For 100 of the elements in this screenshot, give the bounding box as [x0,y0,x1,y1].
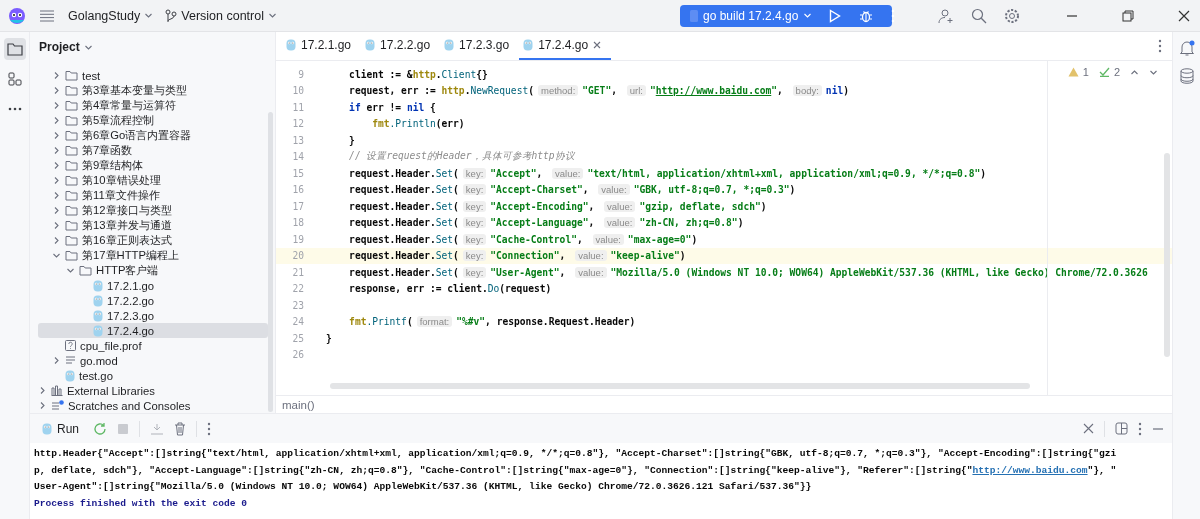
panel-title[interactable]: Project [39,40,80,54]
search-icon[interactable] [971,7,987,24]
run-tab[interactable]: Run [38,419,83,438]
folder-icon [79,265,92,276]
settings-icon[interactable] [1004,7,1020,24]
line-number: 21 [291,266,304,278]
structure-icon [7,72,22,86]
tree-item[interactable]: test [38,68,268,83]
tree-item[interactable]: 17.2.1.go [38,278,268,293]
tree-item[interactable]: HTTP客户端 [38,263,268,278]
add-user-icon[interactable] [938,7,954,24]
tree-item[interactable]: go.mod [38,353,268,368]
line-number: 15 [291,167,304,179]
tree-item[interactable]: Scratches and Consoles [38,398,268,413]
close-icon[interactable] [593,41,602,49]
more-icon[interactable] [1138,421,1142,436]
line-number: 20 [291,250,304,262]
database-icon[interactable] [1179,68,1194,84]
go-file-icon [286,39,296,51]
tree-item[interactable]: 第10章错误处理 [38,173,268,188]
debug-icon[interactable] [859,8,874,23]
go-file-icon [93,324,103,337]
tree-item[interactable]: 第3章基本变量与类型 [38,83,268,98]
tree-item[interactable]: 17.2.4.go [38,323,268,338]
folder-icon [65,235,78,246]
scroll-to-end-icon[interactable] [150,422,164,435]
warning-count[interactable]: 1 [1082,66,1089,78]
tree-item[interactable]: 第4章常量与运算符 [38,98,268,113]
close-icon[interactable] [1178,9,1190,22]
console-link[interactable]: http://www.baidu.com [972,464,1088,476]
folder-icon [65,70,78,81]
line-number: 22 [291,283,304,295]
more-icon[interactable] [1158,39,1162,53]
code-line: request.Header.Set( key: "Accept", value: "text/html, application/xhtml+xml, application/xml;q=0.9, */*;q=0.8") [348,167,986,179]
check-count[interactable]: 2 [1113,66,1120,78]
menu-icon[interactable] [40,9,54,22]
chevron-down-icon[interactable] [144,11,154,20]
tree-item[interactable]: External Libraries [38,383,268,398]
tree-item[interactable]: 第12章接口与类型 [38,203,268,218]
editor-tab[interactable]: 17.2.4.go [519,32,612,60]
run-configuration-button[interactable]: go build 17.2.4.go [680,4,821,27]
line-number: 16 [291,184,304,196]
go-file-icon [65,369,75,382]
scrollbar[interactable] [1164,153,1170,357]
project-switcher[interactable]: GolangStudy [62,5,160,26]
code-line: request.Header.Set( key: "User-Agent", value: "Mozilla/5.0 (Windows NT 10.0; WOW64) AppleWebKit/537.36 (KHTML, like Gecko) Chrome/72.0.3626 [348,266,1148,278]
folder-icon [65,85,78,96]
tree-item[interactable]: 第11章文件操作 [38,188,268,203]
more-icon[interactable] [207,421,211,436]
chevron-down-icon[interactable] [267,11,277,20]
folder-icon [65,250,78,261]
editor-tab[interactable]: 17.2.1.go [282,32,362,60]
notification-bell-icon[interactable] [1178,40,1195,56]
code-line: response, err := client.Do(request) [348,283,552,295]
scrollbar[interactable] [330,383,1030,389]
go-file-icon [42,422,52,435]
editor-tab[interactable]: 17.2.3.go [440,32,520,60]
tree-item[interactable]: 第5章流程控制 [38,113,268,128]
tree-item[interactable]: 第16章正则表达式 [38,233,268,248]
exit-message: Process finished with the exit code 0 [34,497,249,512]
chevron-right-icon[interactable] [52,356,61,365]
tree-item[interactable]: 17.2.2.go [38,293,268,308]
code-line: client := &http.Client{} [348,68,488,80]
go-file-icon [93,294,103,307]
tree-item[interactable]: 第6章Go语言内置容器 [38,128,268,143]
breadcrumb[interactable]: main() [282,398,315,411]
line-number: 26 [291,349,304,361]
layout-icon[interactable] [1115,422,1128,435]
chevron-up-icon[interactable] [1130,67,1139,77]
code-line: request.Header.Set( key: "Connection", value: "keep-alive") [348,250,686,262]
line-number: 9 [297,68,304,80]
console-output-line: p, deflate, sdch"}, "Accept-Language":[]string{"zh-CN, zh;q=0.8"}, "Cache-Control":[]string{"max-age=0"}, "Connection":[]string{"keep-alive"}, "Referer":[]string{"http://www.baidu.com"}, " [34,463,1118,478]
tree-item[interactable]: 第17章HTTP编程上 [38,248,268,263]
scrollbar[interactable] [268,112,273,412]
rerun-icon[interactable] [93,421,107,436]
more-icon[interactable] [891,8,896,23]
run-icon[interactable] [829,8,842,23]
tree-item[interactable]: 17.2.3.go [38,308,268,323]
tree-item[interactable]: 第9章结构体 [38,158,268,173]
code-line: request.Header.Set( key: "Accept-Encoding", value: "gzip, deflate, sdch") [348,200,767,212]
line-number: 17 [291,200,304,212]
go-file-icon [93,279,103,292]
config-icon [690,9,698,22]
code-line: request.Header.Set( key: "Accept-Charset", value: "GBK, utf-8;q=0.7, *;q=0.3") [348,184,796,196]
line-number: 12 [291,118,304,130]
editor-tab[interactable]: 17.2.2.go [361,32,441,60]
version-control-button[interactable]: Version control [159,5,283,26]
tree-item[interactable]: 第7章函数 [38,143,268,158]
line-number: 14 [291,151,304,163]
tree-item[interactable]: test.go [38,368,268,383]
tree-item[interactable]: cpu_file.prof [38,338,268,353]
app-logo-icon [8,6,26,25]
console-output-line: http.Header{"Accept":[]string{"text/html, application/xhtml+xml, application/xml;q=0.9, */*;q=0.8"}, "Accept-Charset":[]string{"GBK, utf-8;q=0.7, *;q=0.3"}, "Accept-Encoding":[]string{"gzi [34,447,1118,461]
tree-item[interactable]: 第13章并发与通道 [38,218,268,233]
code-line: if err != nil { [348,101,436,113]
folder-icon [65,220,78,231]
line-number: 13 [291,134,304,146]
trash-icon[interactable] [174,421,186,436]
restore-icon[interactable] [1122,9,1134,22]
code-line: } [326,332,332,344]
